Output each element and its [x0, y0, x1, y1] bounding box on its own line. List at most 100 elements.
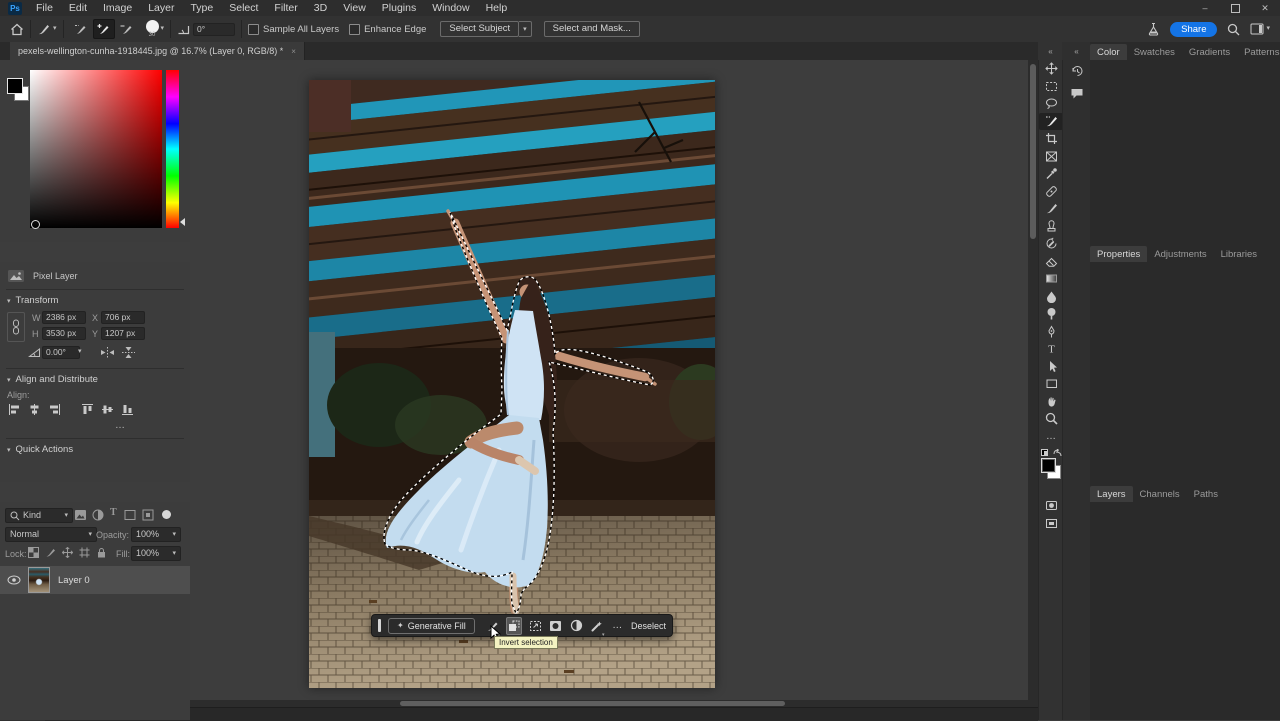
tab-gradients[interactable]: Gradients	[1182, 44, 1237, 60]
lock-transparency-icon[interactable]	[28, 547, 39, 558]
layer-filter-kind-dropdown[interactable]: Kind ▾	[5, 508, 73, 523]
rotation-angle-field[interactable]: 0.00°	[42, 346, 80, 359]
selection-brush-tool[interactable]	[1039, 113, 1063, 131]
marquee-tool[interactable]	[1039, 78, 1063, 96]
align-section-header[interactable]: ▾ Align and Distribute	[7, 374, 98, 385]
align-right-button[interactable]	[47, 402, 62, 416]
share-button[interactable]: Share	[1170, 22, 1217, 37]
tab-channels[interactable]: Channels	[1133, 486, 1187, 502]
vertical-scrollbar-thumb[interactable]	[1030, 64, 1036, 239]
fill-dropdown[interactable]: 100% ▾	[131, 546, 181, 561]
create-mask-button[interactable]	[549, 618, 562, 634]
blur-tool[interactable]	[1039, 288, 1063, 306]
document-tab[interactable]: pexels-wellington-cunha-1918445.jpg @ 16…	[10, 42, 305, 60]
gradient-tool[interactable]	[1039, 270, 1063, 288]
search-icon[interactable]	[1227, 23, 1240, 36]
tab-swatches[interactable]: Swatches	[1127, 44, 1182, 60]
menu-view[interactable]: View	[335, 2, 374, 14]
align-middle-vertical-button[interactable]	[100, 402, 115, 416]
menu-file[interactable]: File	[28, 2, 61, 14]
maximize-button[interactable]	[1220, 0, 1250, 16]
beta-features-icon[interactable]	[1147, 22, 1160, 36]
filter-smart-objects-icon[interactable]	[142, 509, 154, 521]
vertical-scrollbar[interactable]	[1028, 60, 1038, 700]
tab-paths[interactable]: Paths	[1187, 486, 1225, 502]
menu-plugins[interactable]: Plugins	[374, 2, 424, 14]
screen-mode-button[interactable]	[1039, 515, 1063, 533]
menu-help[interactable]: Help	[478, 2, 516, 14]
shape-tool[interactable]	[1039, 375, 1063, 393]
crop-tool[interactable]	[1039, 130, 1063, 148]
deselect-button[interactable]: Deselect	[631, 621, 666, 631]
lock-pixels-icon[interactable]	[45, 547, 56, 558]
color-field[interactable]	[30, 70, 162, 228]
more-options-button[interactable]: …	[611, 618, 624, 634]
brush-angle-field[interactable]: 0°	[193, 23, 235, 36]
menu-select[interactable]: Select	[221, 2, 266, 14]
x-field[interactable]: 706 px	[101, 311, 145, 324]
history-panel-icon[interactable]	[1063, 60, 1091, 82]
lock-all-icon[interactable]	[96, 547, 107, 558]
link-dimensions-toggle[interactable]	[7, 312, 25, 342]
eraser-tool[interactable]	[1039, 253, 1063, 271]
height-field[interactable]: 3530 px	[42, 327, 86, 340]
dodge-tool[interactable]	[1039, 305, 1063, 323]
lasso-tool[interactable]	[1039, 95, 1063, 113]
collapse-toolbar-icon[interactable]: «	[1048, 47, 1051, 56]
menu-edit[interactable]: Edit	[61, 2, 95, 14]
width-field[interactable]: 2386 px	[42, 311, 86, 324]
type-tool[interactable]: T	[1039, 340, 1063, 358]
align-left-button[interactable]	[7, 402, 22, 416]
tab-properties[interactable]: Properties	[1090, 246, 1147, 262]
sample-all-layers-checkbox[interactable]	[248, 24, 259, 35]
transform-section-header[interactable]: ▾ Transform	[7, 295, 58, 306]
tab-libraries[interactable]: Libraries	[1214, 246, 1264, 262]
taskbar-grip-handle[interactable]	[378, 619, 381, 632]
align-more-options[interactable]: …	[115, 420, 125, 431]
menu-image[interactable]: Image	[95, 2, 140, 14]
close-button[interactable]: ✕	[1250, 0, 1280, 16]
opacity-dropdown[interactable]: 100% ▾	[131, 527, 181, 542]
filter-adjustment-layers-icon[interactable]	[92, 509, 104, 521]
comments-panel-icon[interactable]	[1063, 82, 1091, 104]
select-subject-options-button[interactable]: ▾	[519, 21, 532, 37]
menu-filter[interactable]: Filter	[266, 2, 305, 14]
hand-tool[interactable]	[1039, 393, 1063, 411]
select-subject-button[interactable]: Select Subject	[440, 21, 519, 37]
hue-slider[interactable]	[166, 70, 179, 228]
enhance-edge-checkbox[interactable]	[349, 24, 360, 35]
spot-healing-brush-tool[interactable]	[1039, 183, 1063, 201]
panel-foreground-color-swatch[interactable]	[7, 78, 23, 94]
new-selection-mode-button[interactable]	[71, 20, 91, 38]
add-to-selection-mode-button[interactable]	[93, 19, 115, 39]
y-field[interactable]: 1207 px	[101, 327, 145, 340]
lock-position-icon[interactable]	[62, 547, 73, 558]
layer-visibility-eye-icon[interactable]	[7, 575, 21, 585]
invert-selection-button[interactable]	[506, 617, 521, 635]
collapse-panel-strip-icon[interactable]: «	[1074, 47, 1077, 56]
quick-actions-section-header[interactable]: ▾ Quick Actions	[7, 444, 73, 455]
home-icon[interactable]	[10, 23, 24, 36]
brush-size-picker[interactable]: 30	[146, 20, 159, 38]
eyedropper-tool[interactable]	[1039, 165, 1063, 183]
select-and-mask-button[interactable]: Select and Mask...	[544, 21, 640, 37]
subtract-from-selection-mode-button[interactable]	[117, 20, 137, 38]
hue-slider-handle[interactable]	[180, 218, 185, 226]
flip-vertical-icon[interactable]	[122, 346, 135, 359]
horizontal-scrollbar-thumb[interactable]	[400, 701, 785, 706]
tab-layers[interactable]: Layers	[1090, 486, 1133, 502]
filter-toggle-button[interactable]	[162, 510, 171, 519]
lock-artboard-icon[interactable]	[79, 547, 90, 558]
blend-mode-dropdown[interactable]: Normal ▾	[5, 527, 97, 542]
create-adjustment-button[interactable]	[570, 618, 583, 634]
layer-thumbnail[interactable]	[28, 567, 50, 593]
tab-patterns[interactable]: Patterns	[1237, 44, 1280, 60]
history-brush-tool[interactable]	[1039, 235, 1063, 253]
filter-type-layers-icon[interactable]: T	[110, 507, 117, 518]
brush-tool[interactable]	[1039, 200, 1063, 218]
chevron-down-icon[interactable]: ▾	[161, 26, 165, 32]
tab-color[interactable]: Color	[1090, 44, 1127, 60]
frame-tool[interactable]	[1039, 148, 1063, 166]
move-tool[interactable]	[1039, 60, 1063, 78]
tab-adjustments[interactable]: Adjustments	[1147, 246, 1213, 262]
